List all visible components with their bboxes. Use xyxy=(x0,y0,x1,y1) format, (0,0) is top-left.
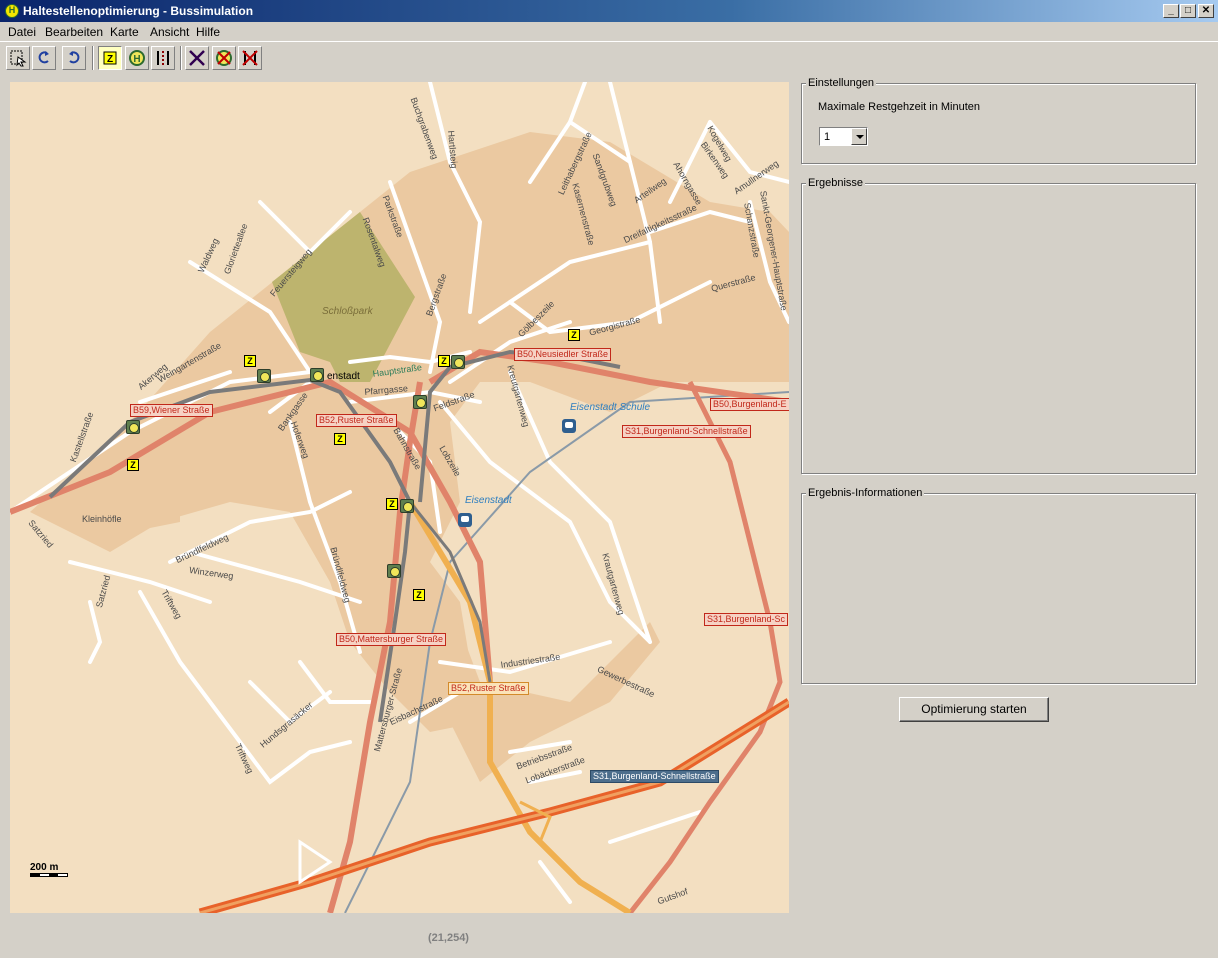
chevron-down-icon[interactable] xyxy=(851,128,867,145)
close-button[interactable]: ✕ xyxy=(1198,4,1214,18)
results-group-title: Ergebnisse xyxy=(806,177,866,189)
z-marker[interactable]: Z xyxy=(244,355,256,367)
town-center-label: enstadt xyxy=(327,371,360,382)
bus-stop-icon: H xyxy=(129,50,145,66)
road-label-b50-mattersburger: B50,Mattersburger Straße xyxy=(336,633,447,646)
train-station-icon xyxy=(458,513,472,527)
road-label-b52-bottom: B52,Ruster Straße xyxy=(448,682,529,695)
results-group: Ergebnisse xyxy=(801,177,1196,474)
bus-stop-marker[interactable] xyxy=(387,564,401,578)
school-label: Eisenstadt Schule xyxy=(570,402,651,413)
result-info-group-title: Ergebnis-Informationen xyxy=(806,487,925,499)
delete-bus-stop-button[interactable] xyxy=(212,46,236,70)
undo-icon xyxy=(38,51,49,64)
toolbar: Z H xyxy=(0,41,1218,73)
menu-bearbeiten[interactable]: Bearbeiten xyxy=(45,25,103,39)
bus-stop-marker[interactable] xyxy=(310,368,324,382)
result-info-group: Ergebnis-Informationen xyxy=(801,487,1196,684)
route-tool-button[interactable] xyxy=(151,46,175,70)
bus-stop-marker[interactable] xyxy=(257,369,271,383)
delete-tool-button[interactable] xyxy=(185,46,209,70)
select-tool-button[interactable] xyxy=(6,46,30,70)
menu-hilfe[interactable]: Hilfe xyxy=(196,25,220,39)
title-bar: H Haltestellenoptimierung - Bussimulatio… xyxy=(0,0,1218,22)
cursor-coordinates: (21,254) xyxy=(428,932,469,944)
max-walk-time-select[interactable]: 1 xyxy=(819,127,868,146)
max-walk-time-label: Maximale Restgehzeit in Minuten xyxy=(818,101,981,113)
scale-label: 200 m xyxy=(30,862,59,873)
svg-text:H: H xyxy=(133,54,140,65)
redo-button[interactable] xyxy=(62,46,86,70)
redo-icon xyxy=(69,51,80,64)
z-marker[interactable]: Z xyxy=(386,498,398,510)
maximize-button[interactable]: □ xyxy=(1180,4,1196,18)
settings-group: Einstellungen xyxy=(801,77,1196,164)
max-walk-time-value: 1 xyxy=(824,131,831,143)
svg-text:Z: Z xyxy=(107,54,113,65)
z-marker-icon: Z xyxy=(103,51,117,65)
menu-datei[interactable]: Datei xyxy=(8,25,36,39)
road-label-b59: B59,Wiener Straße xyxy=(130,404,213,417)
select-icon xyxy=(10,50,27,67)
undo-button[interactable] xyxy=(32,46,56,70)
delete-route-icon xyxy=(242,50,258,66)
map-scale: 200 m xyxy=(30,862,68,877)
road-label-s31-top: S31,Burgenland-Schnellstraße xyxy=(622,425,751,438)
scale-bar xyxy=(30,873,68,877)
town-label: Eisenstadt xyxy=(465,495,512,506)
bus-stop-marker[interactable] xyxy=(400,499,414,513)
bus-stop-marker[interactable] xyxy=(126,420,140,434)
route-icon xyxy=(157,51,169,65)
menu-bar: Datei Bearbeiten Karte Ansicht Hilfe xyxy=(0,22,1218,41)
bus-stop-marker[interactable] xyxy=(451,355,465,369)
road-label-s31-right: S31,Burgenland-Sc xyxy=(704,613,789,626)
z-marker[interactable]: Z xyxy=(438,355,450,367)
z-marker[interactable]: Z xyxy=(334,433,346,445)
train-station-icon xyxy=(562,419,576,433)
minimize-button[interactable]: _ xyxy=(1163,4,1179,18)
delete-route-button[interactable] xyxy=(238,46,262,70)
park-label: Schloßpark xyxy=(322,306,373,317)
delete-icon xyxy=(189,50,205,66)
z-marker[interactable]: Z xyxy=(127,459,139,471)
bus-stop-app-icon: H xyxy=(5,4,19,18)
bus-stop-marker[interactable] xyxy=(413,395,427,409)
road-label-b50-burgenland: B50,Burgenland-E xyxy=(710,398,789,411)
z-marker[interactable]: Z xyxy=(413,589,425,601)
toolbar-separator xyxy=(92,46,94,70)
z-marker[interactable]: Z xyxy=(568,329,580,341)
village-label: Kleinhöfle xyxy=(82,514,122,524)
menu-karte[interactable]: Karte xyxy=(110,25,139,39)
window-title: Haltestellenoptimierung - Bussimulation xyxy=(23,4,254,18)
toolbar-separator xyxy=(180,46,182,70)
map-view[interactable]: Schloßpark Eisenstadt Eisenstadt Schule … xyxy=(10,82,789,913)
road-label-b52-top: B52,Ruster Straße xyxy=(316,414,397,427)
map-base-layer xyxy=(10,82,789,913)
start-optimization-button[interactable]: Optimierung starten xyxy=(899,697,1049,722)
bus-stop-tool-button[interactable]: H xyxy=(125,46,149,70)
delete-bus-stop-icon xyxy=(216,50,232,66)
z-marker-tool-button[interactable]: Z xyxy=(98,46,122,70)
menu-ansicht[interactable]: Ansicht xyxy=(150,25,189,39)
settings-group-title: Einstellungen xyxy=(806,77,877,89)
road-label-s31-bottom: S31,Burgenland-Schnellstraße xyxy=(590,770,719,783)
road-label-b50-neusiedler: B50,Neusiedler Straße xyxy=(514,348,612,361)
